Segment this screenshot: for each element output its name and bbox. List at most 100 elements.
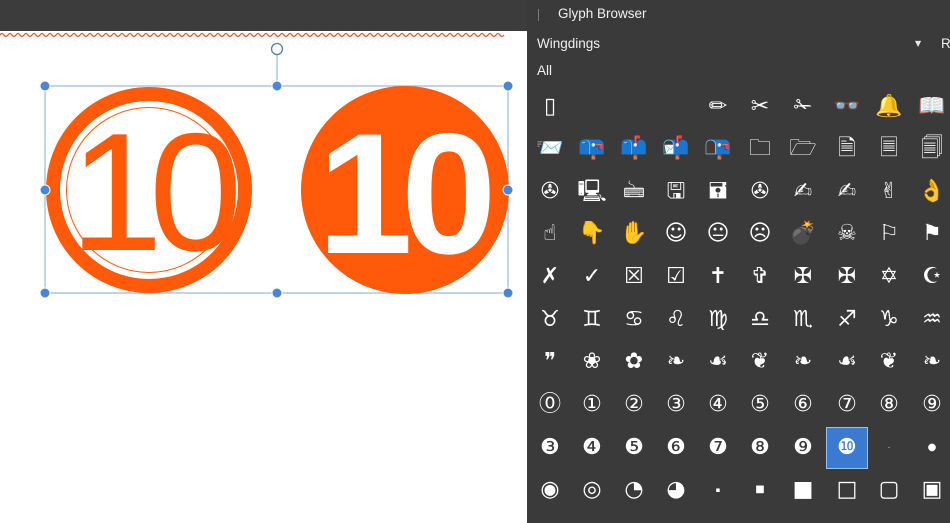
glyph-cell[interactable]: ♍ <box>697 299 739 341</box>
glyph-cell[interactable]: ❿ <box>826 427 868 469</box>
font-selector[interactable]: Wingdings ▼ R <box>527 31 950 58</box>
glyph-cell[interactable]: ⑥ <box>782 384 824 426</box>
glyph-cell[interactable]: ✓ <box>571 256 613 298</box>
glyph-cell[interactable]: 🗀 <box>739 128 781 170</box>
glyph-cell[interactable]: 📫 <box>613 128 655 170</box>
glyph-cell[interactable]: ❼ <box>697 427 739 469</box>
glyph-cell[interactable]: 📭 <box>697 128 739 170</box>
glyph-cell[interactable]: 🗏 <box>868 128 910 170</box>
glyph-cell[interactable]: ❸ <box>529 427 571 469</box>
glyph-cell[interactable]: · <box>868 427 910 469</box>
glyph-cell[interactable]: ✝ <box>697 256 739 298</box>
glyph-cell[interactable]: ❧ <box>655 341 697 383</box>
slide-canvas[interactable]: 10 10 <box>0 31 527 523</box>
glyph-cell[interactable]: ✞ <box>739 256 781 298</box>
glyph-cell[interactable]: ☠ <box>826 213 868 255</box>
glyph-cell[interactable]: ❧ <box>911 341 950 383</box>
glyph-cell[interactable]: ✏ <box>697 86 739 128</box>
glyph-cell[interactable]: ⓪ <box>529 384 571 426</box>
glyph-cell[interactable]: ⑧ <box>868 384 910 426</box>
glyph-cell[interactable]: ● <box>911 427 950 469</box>
glyph-cell[interactable] <box>613 86 655 128</box>
glyph-cell[interactable]: 🗐 <box>911 128 950 170</box>
glyph-cell[interactable]: ❻ <box>655 427 697 469</box>
glyph-cell[interactable]: ♏ <box>782 299 824 341</box>
rotation-handle[interactable] <box>270 42 284 56</box>
glyph-cell[interactable]: □ <box>826 469 868 511</box>
glyph-cell[interactable]: 🖬 <box>697 171 739 213</box>
glyph-cell[interactable]: ✠ <box>782 256 824 298</box>
glyph-cell[interactable] <box>655 86 697 128</box>
glyph-cell[interactable]: 🗁 <box>782 128 824 170</box>
glyph-cell[interactable]: ✠ <box>826 256 868 298</box>
glyph-cell[interactable]: 🗎 <box>826 128 868 170</box>
glyph-cell[interactable]: ⚑ <box>911 213 950 255</box>
glyph-cell[interactable]: ♋ <box>613 299 655 341</box>
glyph-cell[interactable]: ▯ <box>529 86 571 128</box>
glyph-cell[interactable]: ❦ <box>739 341 781 383</box>
glyph-cell[interactable]: ▢ <box>868 469 910 511</box>
glyph-cell[interactable]: ☙ <box>826 341 868 383</box>
glyph-cell[interactable]: ② <box>613 384 655 426</box>
glyph-cell[interactable]: ❹ <box>571 427 613 469</box>
glyph-cell[interactable]: ⑤ <box>739 384 781 426</box>
glyph-cell[interactable]: ☹ <box>739 213 781 255</box>
glyph-cell[interactable]: ■ <box>782 469 824 511</box>
glyph-cell[interactable]: ♒ <box>911 299 950 341</box>
glyph-cell[interactable]: ■ <box>739 469 781 511</box>
glyph-cell[interactable]: ♌ <box>655 299 697 341</box>
glyph-cell[interactable]: 🖫 <box>655 171 697 213</box>
glyph-cell[interactable]: 📬 <box>655 128 697 170</box>
glyph-cell[interactable]: 😐 <box>697 213 739 255</box>
filled-circle-ten[interactable]: 10 <box>301 86 509 294</box>
glyph-cell[interactable]: 🖳 <box>571 171 613 213</box>
glyph-cell[interactable]: ✌ <box>868 171 910 213</box>
glyph-cell[interactable]: ❧ <box>782 341 824 383</box>
glyph-cell[interactable]: ♑ <box>868 299 910 341</box>
glyph-cell[interactable]: ✿ <box>613 341 655 383</box>
glyph-cell[interactable]: ▪ <box>697 469 739 511</box>
glyph-cell[interactable]: 👌 <box>911 171 950 213</box>
glyph-cell[interactable]: ◔ <box>613 469 655 511</box>
glyph-cell[interactable]: ✍ <box>782 171 824 213</box>
glyph-cell[interactable]: ③ <box>655 384 697 426</box>
glyph-cell[interactable]: ☪ <box>911 256 950 298</box>
glyph-cell[interactable]: 📪 <box>571 128 613 170</box>
glyph-cell[interactable]: ☺ <box>655 213 697 255</box>
grip-separator[interactable] <box>538 9 539 21</box>
glyph-cell[interactable]: ❀ <box>571 341 613 383</box>
glyph-cell[interactable]: ◕ <box>655 469 697 511</box>
glyph-cell[interactable] <box>571 86 613 128</box>
glyph-cell[interactable]: ☑ <box>655 256 697 298</box>
glyph-cell[interactable]: ☙ <box>697 341 739 383</box>
glyph-cell[interactable]: ① <box>571 384 613 426</box>
glyph-filter[interactable]: All <box>537 63 552 78</box>
glyph-cell[interactable]: ⑦ <box>826 384 868 426</box>
glyph-cell[interactable]: ✗ <box>529 256 571 298</box>
glyph-cell[interactable]: ❽ <box>739 427 781 469</box>
glyph-cell[interactable]: 💣 <box>782 213 824 255</box>
glyph-cell[interactable]: ✋ <box>613 213 655 255</box>
glyph-cell[interactable]: ✁ <box>782 86 824 128</box>
chevron-down-icon[interactable]: ▼ <box>915 39 921 48</box>
glyph-cell[interactable]: ⚐ <box>868 213 910 255</box>
glyph-cell[interactable]: ▣ <box>911 469 950 511</box>
glyph-cell[interactable]: 👓 <box>826 86 868 128</box>
glyph-cell[interactable]: ❾ <box>782 427 824 469</box>
glyph-cell[interactable]: 📖 <box>911 86 950 128</box>
glyph-cell[interactable]: ♊ <box>571 299 613 341</box>
glyph-cell[interactable]: ✍ <box>826 171 868 213</box>
glyph-cell[interactable]: ⑨ <box>911 384 950 426</box>
outlined-circle-ten[interactable]: 10 <box>46 87 252 293</box>
glyph-cell[interactable]: ☝ <box>529 213 571 255</box>
glyph-cell[interactable]: ❺ <box>613 427 655 469</box>
glyph-cell[interactable]: 🖮 <box>613 171 655 213</box>
glyph-cell[interactable]: 🔔 <box>868 86 910 128</box>
glyph-cell[interactable]: ♐ <box>826 299 868 341</box>
glyph-cell[interactable]: ✇ <box>529 171 571 213</box>
glyph-cell[interactable]: ◎ <box>571 469 613 511</box>
glyph-cell[interactable]: ♉ <box>529 299 571 341</box>
glyph-cell[interactable]: ☒ <box>613 256 655 298</box>
glyph-cell[interactable]: ④ <box>697 384 739 426</box>
glyph-cell[interactable]: ♎ <box>739 299 781 341</box>
